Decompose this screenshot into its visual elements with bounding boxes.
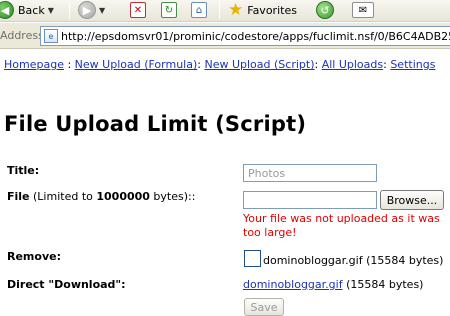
stop-button[interactable]: ✕ — [130, 0, 146, 20]
nav-link-new-upload-script[interactable]: New Upload (Script) — [204, 58, 314, 71]
nav-link-new-upload-formula[interactable]: New Upload (Formula) — [75, 58, 198, 71]
file-size-limit: 1000000 — [96, 190, 150, 203]
file-label-bold: File — [7, 190, 30, 203]
file-label: File (Limited to 1000000 bytes):: — [7, 190, 195, 203]
toolbar-separator — [69, 2, 70, 19]
breadcrumb-nav: Homepage : New Upload (Formula): New Upl… — [4, 58, 435, 71]
mail-button[interactable]: ✉ — [352, 0, 374, 20]
save-button[interactable]: Save — [244, 298, 284, 316]
forward-icon: ▶ — [78, 1, 96, 19]
refresh-button[interactable]: ↻ — [161, 0, 177, 20]
browse-button[interactable]: Browse... — [380, 190, 444, 210]
page-icon: e — [44, 29, 58, 43]
nav-link-homepage[interactable]: Homepage — [4, 58, 64, 71]
favorites-button[interactable]: ★ Favorites — [228, 0, 297, 20]
history-button[interactable]: ↺ — [316, 0, 334, 20]
nav-link-settings[interactable]: Settings — [390, 58, 435, 71]
address-input[interactable]: e http://epsdomsvr01/prominic/codestore/… — [40, 26, 450, 46]
download-link[interactable]: dominobloggar.gif — [243, 278, 343, 291]
favorites-star-icon: ★ — [228, 0, 244, 20]
address-bar: Address e http://epsdomsvr01/prominic/co… — [0, 23, 450, 49]
download-value: dominobloggar.gif (15584 bytes) — [243, 278, 423, 291]
page-title: File Upload Limit (Script) — [4, 112, 307, 136]
stop-icon: ✕ — [130, 2, 146, 18]
back-dropdown-icon[interactable]: ▼ — [48, 6, 54, 15]
title-input[interactable]: Photos — [243, 164, 377, 182]
browser-toolbar: ◀ Back ▼ ▶ ▼ ✕ ↻ ⌂ ★ Favorites ↺ ✉ — [0, 0, 450, 22]
upload-error-message: Your file was not uploaded as it was too… — [243, 212, 440, 240]
file-path-input[interactable] — [243, 191, 377, 209]
remove-file-label: dominobloggar.gif (15584 bytes) — [263, 254, 444, 267]
file-label-post: bytes):: — [149, 190, 196, 203]
forward-button[interactable]: ▶ ▼ — [78, 0, 105, 20]
remove-label: Remove: — [7, 250, 61, 263]
title-label: Title: — [7, 164, 40, 177]
address-label: Address — [0, 29, 44, 42]
remove-checkbox[interactable] — [244, 250, 261, 267]
file-label-pre: (Limited to — [29, 190, 97, 203]
back-icon: ◀ — [0, 1, 14, 19]
home-icon: ⌂ — [191, 2, 207, 18]
history-icon: ↺ — [316, 1, 334, 19]
nav-link-all-uploads[interactable]: All Uploads — [322, 58, 383, 71]
download-label: Direct "Download": — [7, 278, 126, 291]
forward-dropdown-icon[interactable]: ▼ — [99, 6, 105, 15]
back-label: Back — [18, 3, 45, 17]
nav-separator: : — [314, 58, 322, 71]
toolbar-separator — [219, 2, 220, 19]
back-button[interactable]: ◀ Back ▼ — [0, 0, 54, 20]
favorites-label: Favorites — [247, 3, 297, 17]
refresh-icon: ↻ — [161, 2, 177, 18]
nav-separator: : — [63, 58, 75, 71]
download-size: (15584 bytes) — [342, 278, 424, 291]
error-line: too large! — [243, 226, 297, 239]
error-line: Your file was not uploaded as it was — [243, 212, 440, 225]
home-button[interactable]: ⌂ — [191, 0, 207, 20]
mail-icon: ✉ — [352, 2, 374, 18]
address-url: http://epsdomsvr01/prominic/codestore/ap… — [61, 29, 450, 43]
